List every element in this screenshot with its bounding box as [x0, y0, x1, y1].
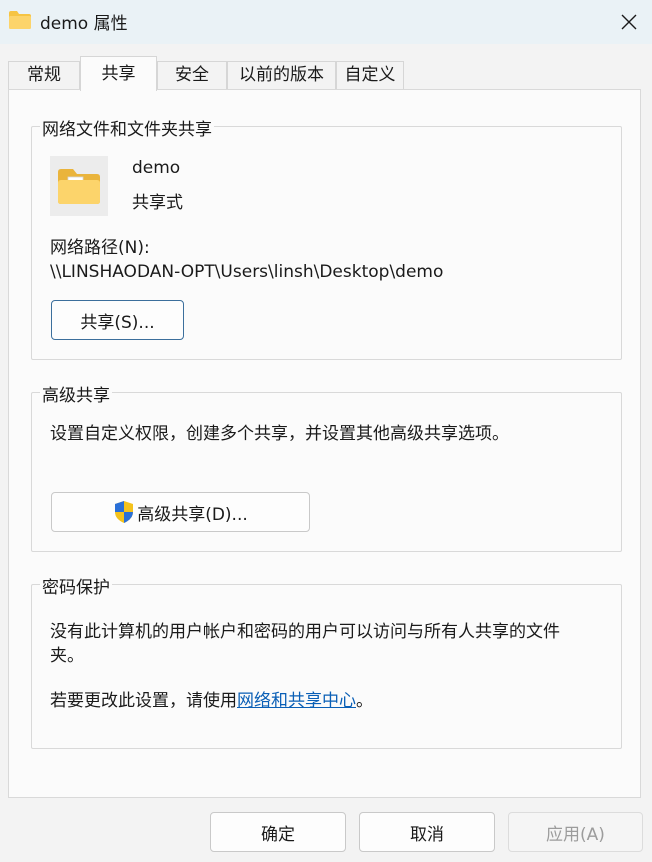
- network-sharing-center-link[interactable]: 网络和共享中心: [237, 691, 356, 711]
- advanced-share-button[interactable]: 高级共享(D)...: [51, 492, 310, 532]
- tab-strip: 常规 共享 安全 以前的版本 自定义: [8, 56, 644, 91]
- password-protection-group: 密码保护 没有此计算机的用户帐户和密码的用户可以访问与所有人共享的文件 夹。 若…: [31, 573, 622, 749]
- tab-security[interactable]: 安全: [157, 61, 227, 90]
- change-setting-prefix: 若要更改此设置，请使用: [50, 691, 237, 711]
- uac-shield-icon: [115, 501, 134, 523]
- change-setting-text: 若要更改此设置，请使用网络和共享中心。: [50, 686, 373, 711]
- share-status: 共享式: [132, 193, 183, 213]
- tab-general[interactable]: 常规: [8, 61, 80, 90]
- shared-folder-thumbnail: [50, 156, 108, 216]
- properties-window: demo 属性 常规 共享 安全 以前的版本 自定义 网络文件和文件夹共享 de…: [0, 0, 652, 862]
- sharing-panel: 网络文件和文件夹共享 demo 共享式 网络路径(N): \\LINSHAODA…: [8, 89, 641, 798]
- shared-folder-icon: [58, 169, 100, 204]
- advanced-share-button-label: 高级共享(D)...: [137, 504, 248, 525]
- apply-button[interactable]: 应用(A): [508, 812, 643, 852]
- group-title-network-share: 网络文件和文件夹共享: [40, 115, 214, 140]
- folder-name: demo: [132, 158, 181, 178]
- cancel-button[interactable]: 取消: [359, 812, 495, 852]
- network-share-group: 网络文件和文件夹共享 demo 共享式 网络路径(N): \\LINSHAODA…: [31, 115, 622, 360]
- tab-previous-versions[interactable]: 以前的版本: [227, 61, 336, 90]
- password-protection-line2: 夹。: [50, 646, 84, 666]
- network-path-value: \\LINSHAODAN-OPT\Users\linsh\Desktop\dem…: [50, 262, 444, 282]
- advanced-share-description: 设置自定义权限，创建多个共享，并设置其他高级共享选项。: [50, 424, 509, 444]
- network-path-label: 网络路径(N):: [50, 238, 150, 258]
- share-button[interactable]: 共享(S)...: [51, 300, 184, 340]
- group-title-advanced-share: 高级共享: [40, 381, 112, 406]
- tab-customize[interactable]: 自定义: [336, 61, 404, 90]
- close-icon: [621, 14, 637, 30]
- ok-button[interactable]: 确定: [210, 812, 346, 852]
- close-button[interactable]: [606, 0, 652, 44]
- password-protection-line1: 没有此计算机的用户帐户和密码的用户可以访问与所有人共享的文件: [50, 622, 560, 642]
- tab-sharing[interactable]: 共享: [80, 56, 157, 91]
- folder-icon: [9, 11, 31, 29]
- group-title-password-protection: 密码保护: [40, 573, 112, 598]
- change-setting-suffix: 。: [356, 691, 373, 711]
- title-bar: demo 属性: [0, 0, 652, 44]
- window-title: demo 属性: [40, 14, 128, 34]
- advanced-share-group: 高级共享 设置自定义权限，创建多个共享，并设置其他高级共享选项。 高级共享(D)…: [31, 381, 622, 552]
